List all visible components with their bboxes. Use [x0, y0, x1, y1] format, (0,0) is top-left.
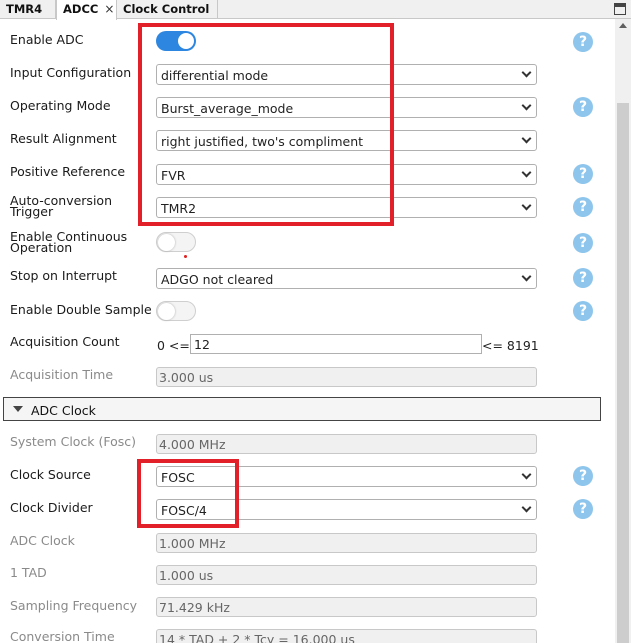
- toggle-knob: [158, 303, 175, 320]
- select-value: ADGO not cleared: [161, 272, 274, 287]
- continuous-operation-toggle[interactable]: [156, 232, 196, 252]
- readout-value: 71.429 kHz: [159, 600, 230, 615]
- positive-reference-label: Positive Reference: [10, 164, 126, 179]
- chevron-down-icon: [521, 271, 532, 282]
- double-sample-toggle[interactable]: [156, 301, 196, 321]
- enable-adc-label: Enable ADC: [10, 32, 84, 47]
- result-alignment-label: Result Alignment: [10, 131, 117, 146]
- readout-value: 14 * TAD + 2 * Tcy = 16.000 us: [159, 632, 355, 643]
- acquisition-time-label: Acquisition Time: [10, 367, 114, 382]
- help-icon[interactable]: ?: [573, 301, 593, 321]
- chevron-down-icon: [521, 133, 532, 144]
- operating-mode-label: Operating Mode: [10, 98, 111, 113]
- double-sample-label: Enable Double Sample: [10, 302, 152, 317]
- clock-divider-label: Clock Divider: [10, 500, 93, 515]
- tab-tmr4[interactable]: TMR4: [0, 0, 56, 19]
- sampling-frequency-label: Sampling Frequency: [10, 598, 138, 613]
- highlight-box-bottom: [137, 459, 239, 528]
- readout-value: 1.000 MHz: [159, 536, 226, 551]
- sampling-frequency-readout: 71.429 kHz: [156, 597, 537, 617]
- help-icon[interactable]: ?: [573, 197, 593, 217]
- chevron-down-icon: [521, 200, 532, 211]
- chevron-down-icon: [521, 502, 532, 513]
- close-icon[interactable]: ×: [104, 2, 114, 16]
- help-icon[interactable]: ?: [573, 97, 593, 117]
- conversion-time-readout: 14 * TAD + 2 * Tcy = 16.000 us: [156, 629, 537, 643]
- acquisition-count-max: <= 8191: [482, 338, 539, 353]
- input-value: 12: [194, 337, 210, 352]
- help-icon[interactable]: ?: [573, 32, 593, 52]
- continuous-operation-label: Enable Continuous Operation: [10, 229, 128, 255]
- chevron-down-icon: [521, 469, 532, 480]
- adc-clock-section-header[interactable]: ADC Clock: [3, 397, 601, 421]
- stop-on-interrupt-label: Stop on Interrupt: [10, 268, 117, 283]
- tab-label: Clock Control: [123, 2, 210, 16]
- tab-adcc[interactable]: ADCC ×: [56, 0, 117, 20]
- toggle-knob: [158, 234, 175, 251]
- acquisition-count-min: 0 <=: [157, 338, 190, 353]
- red-dot-marker: [184, 255, 187, 258]
- chevron-down-icon: [521, 67, 532, 78]
- adc-clock-readout: 1.000 MHz: [156, 533, 537, 553]
- section-title: ADC Clock: [31, 403, 96, 418]
- chevron-down-icon: [521, 167, 532, 178]
- tab-label: TMR4: [6, 2, 43, 16]
- maximize-icon[interactable]: [614, 3, 626, 15]
- help-icon[interactable]: ?: [573, 466, 593, 486]
- acquisition-count-input[interactable]: 12: [190, 334, 482, 354]
- stop-on-interrupt-select[interactable]: ADGO not cleared: [156, 268, 537, 289]
- tab-label: ADCC: [63, 2, 99, 16]
- tad-readout: 1.000 us: [156, 565, 537, 585]
- conversion-time-label: Conversion Time: [10, 629, 115, 643]
- input-config-label: Input Configuration: [10, 65, 132, 80]
- adc-clock-label: ADC Clock: [10, 533, 75, 548]
- system-clock-readout: 4.000 MHz: [156, 434, 537, 454]
- help-icon[interactable]: ?: [573, 499, 593, 519]
- scroll-up-arrow-icon[interactable]: [619, 23, 627, 28]
- acquisition-count-label: Acquisition Count: [10, 334, 120, 349]
- readout-value: 1.000 us: [159, 568, 214, 583]
- highlight-box-top: [138, 23, 394, 226]
- vertical-scrollbar[interactable]: [615, 19, 631, 643]
- clock-source-label: Clock Source: [10, 467, 91, 482]
- collapse-triangle-icon: [13, 406, 23, 412]
- scroll-thumb[interactable]: [617, 103, 629, 643]
- tad-label: 1 TAD: [10, 565, 47, 580]
- help-icon[interactable]: ?: [573, 268, 593, 288]
- help-icon[interactable]: ?: [573, 164, 593, 184]
- tab-clock-control[interactable]: Clock Control: [117, 0, 218, 19]
- system-clock-label: System Clock (Fosc): [10, 434, 137, 449]
- chevron-down-icon: [521, 100, 532, 111]
- help-icon[interactable]: ?: [573, 233, 593, 253]
- tab-bar: TMR4 ADCC × Clock Control: [0, 0, 631, 20]
- readout-value: 4.000 MHz: [159, 437, 226, 452]
- acquisition-time-readout: 3.000 us: [156, 367, 537, 387]
- auto-conversion-trigger-label: Auto-conversion Trigger: [10, 193, 112, 219]
- readout-value: 3.000 us: [159, 370, 214, 385]
